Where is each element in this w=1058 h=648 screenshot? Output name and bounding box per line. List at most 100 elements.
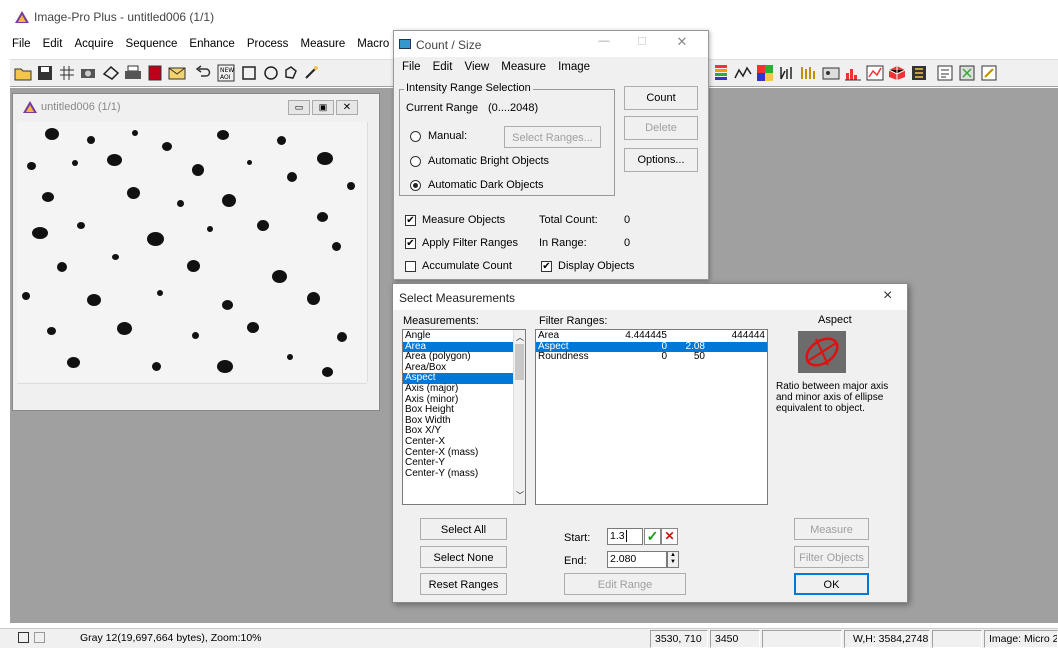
camera-icon[interactable] — [78, 62, 100, 84]
scroll-up-icon[interactable]: ︿ — [516, 332, 524, 343]
accumulate-count-label: Accumulate Count — [422, 260, 512, 272]
rectangle-aoi-icon[interactable] — [238, 62, 260, 84]
measurements-scrollbar[interactable]: ︿ ﹀ — [513, 330, 525, 504]
ok-button[interactable]: OK — [794, 573, 869, 595]
dialog-close-icon[interactable]: × — [883, 287, 892, 305]
lasso-icon[interactable] — [100, 62, 122, 84]
measure-objects-checkbox[interactable]: ✔ — [405, 215, 416, 226]
filter-min: 0 — [661, 351, 667, 363]
menu-sequence[interactable]: Sequence — [126, 38, 178, 50]
book-icon[interactable] — [144, 62, 166, 84]
status-image: Image: Micro 20 — [984, 630, 1058, 648]
display-objects-checkbox[interactable]: ✔ — [541, 261, 552, 272]
count-size-minimize-button[interactable]: — — [594, 35, 614, 47]
start-input[interactable]: 1.3 — [607, 528, 643, 545]
edit-range-button[interactable]: Edit Range — [564, 573, 686, 595]
new-aoi-icon[interactable]: NEW AOI — [215, 62, 237, 84]
magic-wand-icon[interactable] — [300, 62, 322, 84]
filter-max: 444444 — [731, 330, 765, 341]
apply-check-icon[interactable]: ✓ — [644, 528, 661, 545]
menu-measure[interactable]: Measure — [300, 38, 345, 50]
status-view-icon[interactable] — [18, 632, 29, 643]
measure-objects-label: Measure Objects — [422, 214, 506, 226]
image-window-logo-icon — [23, 101, 37, 116]
image-vertical-scrollbar[interactable] — [367, 122, 379, 382]
menu-macro[interactable]: Macro — [357, 38, 389, 50]
cs-menu-file[interactable]: File — [402, 61, 421, 73]
auto-dark-radio[interactable] — [410, 180, 421, 191]
measurement-item[interactable]: Axis (major) — [403, 383, 513, 395]
edit-icon[interactable] — [978, 62, 1000, 84]
accumulate-count-checkbox[interactable] — [405, 261, 416, 272]
save-icon[interactable] — [34, 62, 56, 84]
mail-icon[interactable] — [166, 62, 188, 84]
options-button[interactable]: Options... — [624, 148, 698, 172]
chart-icon[interactable] — [864, 62, 886, 84]
cs-menu-image[interactable]: Image — [558, 61, 590, 73]
manual-label: Manual: — [428, 130, 468, 142]
filter-row[interactable]: Roundness 0 50 — [536, 351, 767, 363]
select-none-button[interactable]: Select None — [420, 546, 507, 568]
3d-icon[interactable] — [886, 62, 908, 84]
count-button[interactable]: Count — [624, 86, 698, 110]
count-size-maximize-button[interactable]: ☐ — [632, 35, 652, 48]
end-input[interactable]: 2.080 — [607, 551, 667, 568]
image-canvas[interactable] — [17, 122, 367, 382]
menu-process[interactable]: Process — [247, 38, 289, 50]
auto-bright-radio[interactable] — [410, 156, 421, 167]
filter-name: Aspect — [538, 340, 569, 352]
print-icon[interactable] — [122, 62, 144, 84]
spreadsheet-icon[interactable] — [908, 62, 930, 84]
manual-tag-icon[interactable] — [798, 62, 820, 84]
filter-objects-button[interactable]: Filter Objects — [794, 546, 869, 568]
measurements-list[interactable]: Angle Area Area (polygon) Area/Box Aspect Axi… — [402, 329, 526, 505]
select-all-button[interactable]: Select All — [420, 518, 507, 540]
data-collector-icon[interactable] — [934, 62, 956, 84]
svg-text:AOI: AOI — [220, 74, 231, 81]
menu-acquire[interactable]: Acquire — [74, 38, 113, 50]
colorize-icon[interactable] — [754, 62, 776, 84]
line-profile-icon[interactable] — [732, 62, 754, 84]
histogram-icon[interactable] — [842, 62, 864, 84]
close-icon[interactable]: ✕ — [336, 100, 358, 115]
image-database-icon[interactable] — [820, 62, 842, 84]
grid-icon[interactable] — [56, 62, 78, 84]
scroll-down-icon[interactable]: ﹀ — [516, 490, 524, 501]
cancel-x-icon[interactable]: ✕ — [661, 528, 678, 545]
irregular-aoi-icon[interactable] — [280, 62, 302, 84]
cs-menu-view[interactable]: View — [464, 61, 489, 73]
menu-file[interactable]: File — [12, 38, 31, 50]
ellipse-aoi-icon[interactable] — [260, 62, 282, 84]
in-range-label: In Range: — [539, 237, 587, 249]
measure-button[interactable]: Measure — [794, 518, 869, 540]
apply-filter-checkbox[interactable]: ✔ — [405, 238, 416, 249]
select-ranges-button[interactable]: Select Ranges... — [504, 126, 601, 148]
histogram-color-icon[interactable] — [710, 62, 732, 84]
count-measure-icon[interactable] — [776, 62, 798, 84]
minimize-button[interactable]: ▭ — [288, 100, 310, 115]
filter-row[interactable]: Area 4.444445 444444 — [536, 330, 767, 342]
status-sequence-icon[interactable] — [34, 632, 45, 643]
image-horizontal-scrollbar[interactable] — [17, 383, 367, 395]
reset-ranges-button[interactable]: Reset Ranges — [420, 573, 507, 595]
measurement-item[interactable]: Center-Y (mass) — [403, 468, 513, 480]
measurement-item[interactable]: Angle — [403, 330, 513, 342]
undo-icon[interactable] — [192, 62, 214, 84]
menu-enhance[interactable]: Enhance — [189, 38, 234, 50]
cs-menu-measure[interactable]: Measure — [501, 61, 546, 73]
maximize-button[interactable]: ▣ — [312, 100, 334, 115]
apply-filter-label: Apply Filter Ranges — [422, 237, 518, 249]
macro-icon[interactable] — [956, 62, 978, 84]
scroll-thumb[interactable] — [515, 344, 524, 380]
measurement-item[interactable]: Center-X — [403, 436, 513, 448]
manual-radio[interactable] — [410, 131, 421, 142]
count-size-menu-bar: File Edit View Measure Image — [402, 61, 599, 73]
count-size-close-icon[interactable]: ✕ — [672, 34, 692, 50]
open-icon[interactable] — [12, 62, 34, 84]
cs-menu-edit[interactable]: Edit — [433, 61, 453, 73]
app-title-bar: Image-Pro Plus - untitled006 (1/1) — [0, 0, 1058, 34]
menu-edit[interactable]: Edit — [43, 38, 63, 50]
filter-ranges-list[interactable]: Area 4.444445 444444 Aspect 0 2.08 Roundness 0 5… — [535, 329, 768, 505]
delete-button[interactable]: Delete — [624, 116, 698, 140]
end-spinner[interactable]: ▲ ▼ — [667, 551, 679, 568]
